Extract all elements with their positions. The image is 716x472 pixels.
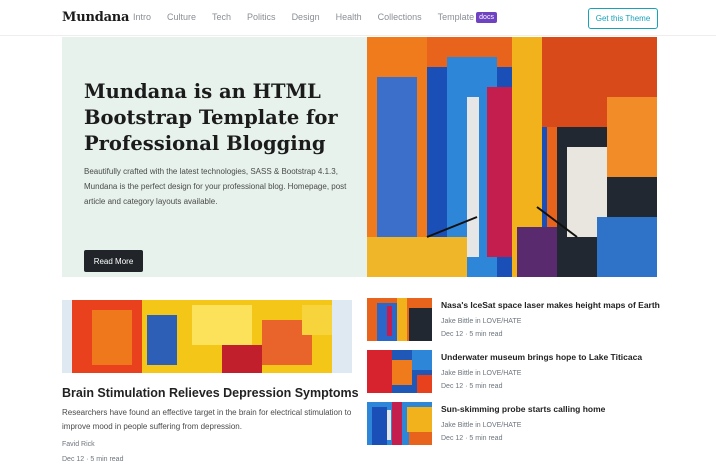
featured-article-image[interactable] <box>62 300 352 373</box>
side-article-author[interactable]: Jake Bittle in LOVE/HATE <box>441 370 521 377</box>
get-theme-button[interactable]: Get this Theme <box>588 8 658 29</box>
nav-link-health[interactable]: Health <box>336 11 362 23</box>
side-article-author[interactable]: Jake Bittle in LOVE/HATE <box>441 422 521 429</box>
side-article-title[interactable]: Sun-skimming probe starts calling home <box>441 404 605 414</box>
nav-link-politics[interactable]: Politics <box>247 11 276 23</box>
nav-link-intro[interactable]: Intro <box>133 11 151 23</box>
read-more-button[interactable]: Read More <box>84 250 143 272</box>
side-article-thumbnail[interactable] <box>367 298 432 341</box>
main-nav: Intro Culture Tech Politics Design Healt… <box>133 11 513 23</box>
featured-article-author[interactable]: Favid Rick <box>62 441 95 448</box>
featured-article-excerpt: Researchers have found an effective targ… <box>62 408 352 431</box>
brand-logo[interactable]: Mundana <box>62 10 129 25</box>
hero-description: Beautifully crafted with the latest tech… <box>84 167 347 206</box>
side-article-author[interactable]: Jake Bittle in LOVE/HATE <box>441 318 521 325</box>
nav-link-tech[interactable]: Tech <box>212 11 231 23</box>
side-article-date: Dec 12 · 5 min read <box>441 331 503 338</box>
nav-link-template[interactable]: Template docs <box>438 11 497 23</box>
hero-title: Mundana is an HTML Bootstrap Template fo… <box>84 80 338 155</box>
side-article-title[interactable]: Underwater museum brings hope to Lake Ti… <box>441 352 642 362</box>
side-article-thumbnail[interactable] <box>367 402 432 445</box>
side-article-thumbnail[interactable] <box>367 350 432 393</box>
hero-panel: Mundana is an HTML Bootstrap Template fo… <box>62 37 367 277</box>
navbar: Mundana Intro Culture Tech Politics Desi… <box>0 0 716 36</box>
featured-article-title[interactable]: Brain Stimulation Relieves Depression Sy… <box>62 386 359 400</box>
side-article[interactable]: Nasa's IceSat space laser makes height m… <box>367 298 667 344</box>
featured-article-date: Dec 12 · 5 min read <box>62 456 124 463</box>
docs-badge: docs <box>476 11 497 23</box>
side-article[interactable]: Underwater museum brings hope to Lake Ti… <box>367 350 667 396</box>
side-article-date: Dec 12 · 5 min read <box>441 435 503 442</box>
nav-link-template-label: Template <box>437 12 475 22</box>
nav-link-design[interactable]: Design <box>292 11 320 23</box>
hero-image[interactable] <box>367 37 657 277</box>
nav-link-collections[interactable]: Collections <box>378 11 422 23</box>
side-article-title[interactable]: Nasa's IceSat space laser makes height m… <box>441 300 660 310</box>
nav-link-culture[interactable]: Culture <box>167 11 196 23</box>
side-article[interactable]: Sun-skimming probe starts calling home J… <box>367 402 667 448</box>
side-article-date: Dec 12 · 5 min read <box>441 383 503 390</box>
